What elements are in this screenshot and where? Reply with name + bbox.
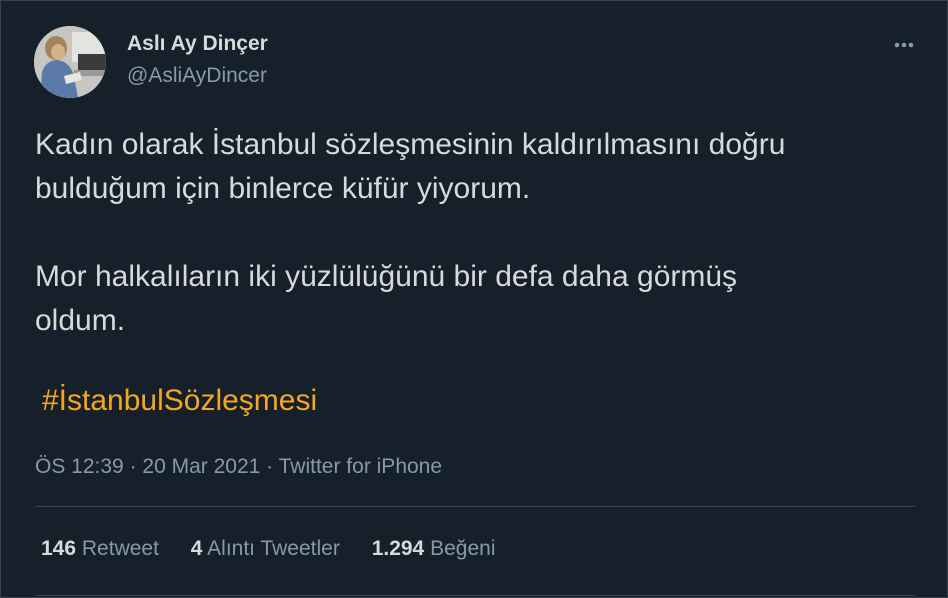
tweet-time-link[interactable]: ÖS 12:39 bbox=[35, 455, 124, 478]
meta-separator: · bbox=[123, 455, 143, 478]
likes-count: 1.294 bbox=[371, 537, 425, 560]
hashtag-link[interactable]: #İstanbulSözleşmesi bbox=[42, 384, 317, 418]
quotes-label: Alıntı Tweetler bbox=[207, 537, 340, 560]
tweet-card: Aslı Ay Dinçer @AsliAyDincer Kadın olara… bbox=[0, 0, 948, 598]
likes-label: Beğeni bbox=[430, 537, 496, 560]
more-options-button[interactable] bbox=[887, 31, 921, 61]
retweets-count: 146 bbox=[41, 537, 77, 560]
divider bbox=[35, 506, 915, 507]
likes-stat[interactable]: 1.294 Beğeni bbox=[372, 537, 496, 561]
tweet-line: Mor halkalıların iki yüzlülüğünü bir def… bbox=[35, 260, 738, 293]
tweet-date-link[interactable]: 20 Mar 2021 bbox=[142, 455, 260, 478]
author-handle[interactable]: @AsliAyDincer bbox=[127, 64, 267, 88]
quote-tweets-stat[interactable]: 4 Alıntı Tweetler bbox=[191, 537, 340, 561]
author-name[interactable]: Aslı Ay Dinçer bbox=[127, 32, 268, 56]
retweets-stat[interactable]: 146 Retweet bbox=[41, 537, 159, 561]
tweet-line: bulduğum için binlerce küfür yiyorum. bbox=[35, 172, 531, 205]
tweet-meta: ÖS 12:39 · 20 Mar 2021 · Twitter for iPh… bbox=[35, 455, 442, 479]
tweet-stats: 146 Retweet 4 Alıntı Tweetler 1.294 Beğe… bbox=[41, 537, 521, 561]
more-horizontal-icon bbox=[894, 42, 914, 48]
avatar-photo bbox=[34, 26, 106, 98]
tweet-paragraph-2: Mor halkalıların iki yüzlülüğünü bir def… bbox=[35, 255, 915, 343]
divider bbox=[35, 595, 915, 596]
retweets-label: Retweet bbox=[81, 537, 159, 560]
tweet-source-link[interactable]: Twitter for iPhone bbox=[279, 455, 442, 478]
tweet-text: Kadın olarak İstanbul sözleşmesinin kald… bbox=[35, 123, 915, 343]
tweet-line: oldum. bbox=[35, 304, 126, 337]
tweet-paragraph-1: Kadın olarak İstanbul sözleşmesinin kald… bbox=[35, 123, 915, 211]
tweet-line: Kadın olarak İstanbul sözleşmesinin kald… bbox=[35, 128, 786, 161]
meta-separator: · bbox=[260, 455, 279, 478]
quotes-count: 4 bbox=[190, 537, 203, 560]
avatar[interactable] bbox=[34, 26, 106, 98]
